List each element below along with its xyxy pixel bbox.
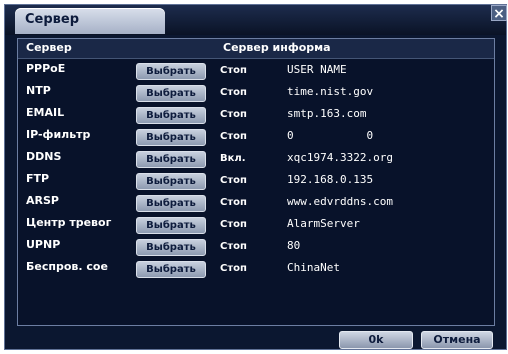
service-info: 80 (287, 239, 301, 252)
select-button[interactable]: Выбрать (136, 261, 206, 278)
service-status: Стоп (220, 263, 247, 274)
table-row: EMAIL Выбрать Стоп smtp.163.com (18, 104, 494, 126)
service-name: Беспров. сое (26, 260, 108, 273)
service-info: 0 0 (287, 129, 374, 142)
service-name: IP-фильтр (26, 128, 91, 141)
service-info: ChinaNet (287, 261, 340, 274)
select-button[interactable]: Выбрать (136, 239, 206, 256)
service-info: 192.168.0.135 (287, 173, 374, 186)
select-button[interactable]: Выбрать (136, 217, 206, 234)
table-row: Беспров. сое Выбрать Стоп ChinaNet (18, 258, 494, 280)
service-status: Вкл. (220, 153, 246, 164)
service-status: Стоп (220, 109, 247, 120)
service-name: PPPoE (26, 62, 66, 75)
server-dialog: Сервер × Сервер Сервер информа PPPoE Выб… (4, 4, 507, 350)
select-button[interactable]: Выбрать (136, 129, 206, 146)
close-button[interactable]: × (491, 5, 507, 22)
service-name: EMAIL (26, 106, 65, 119)
service-status: Стоп (220, 219, 247, 230)
service-info: smtp.163.com (287, 107, 367, 120)
select-button[interactable]: Выбрать (136, 195, 206, 212)
select-button[interactable]: Выбрать (136, 151, 206, 168)
service-status: Стоп (220, 65, 247, 76)
service-info: AlarmServer (287, 217, 360, 230)
service-name: DDNS (26, 150, 62, 163)
table-row: Центр тревог Выбрать Стоп AlarmServer (18, 214, 494, 236)
service-status: Стоп (220, 131, 247, 142)
service-info: www.edvrddns.com (287, 195, 393, 208)
table-row: DDNS Выбрать Вкл. xqc1974.3322.org (18, 148, 494, 170)
dialog-footer: 0k Отмена (17, 331, 495, 349)
table-row: IP-фильтр Выбрать Стоп 0 0 (18, 126, 494, 148)
service-info: xqc1974.3322.org (287, 151, 393, 164)
service-name: UPNP (26, 238, 61, 251)
title-bar: Сервер × (5, 5, 507, 35)
table-row: NTP Выбрать Стоп time.nist.gov (18, 82, 494, 104)
cancel-button[interactable]: Отмена (421, 331, 493, 349)
dialog-title: Сервер (25, 12, 80, 27)
column-header-info: Сервер информа (223, 41, 331, 54)
select-button[interactable]: Выбрать (136, 63, 206, 80)
column-header-service: Сервер (26, 41, 72, 54)
service-status: Стоп (220, 241, 247, 252)
service-status: Стоп (220, 87, 247, 98)
service-name: ARSP (26, 194, 59, 207)
service-status: Стоп (220, 175, 247, 186)
title-tab: Сервер (15, 8, 165, 34)
service-info: time.nist.gov (287, 85, 374, 98)
select-button[interactable]: Выбрать (136, 85, 206, 102)
service-name: Центр тревог (26, 216, 112, 229)
select-button[interactable]: Выбрать (136, 173, 206, 190)
service-name: NTP (26, 84, 51, 97)
select-button[interactable]: Выбрать (136, 107, 206, 124)
service-name: FTP (26, 172, 50, 185)
table-row: ARSP Выбрать Стоп www.edvrddns.com (18, 192, 494, 214)
table-row: PPPoE Выбрать Стоп USER NAME (18, 60, 494, 82)
server-table: Сервер Сервер информа PPPoE Выбрать Стоп… (17, 38, 495, 326)
table-header: Сервер Сервер информа (18, 39, 494, 59)
service-status: Стоп (220, 197, 247, 208)
ok-button[interactable]: 0k (339, 331, 413, 349)
table-row: UPNP Выбрать Стоп 80 (18, 236, 494, 258)
service-info: USER NAME (287, 63, 347, 76)
table-row: FTP Выбрать Стоп 192.168.0.135 (18, 170, 494, 192)
